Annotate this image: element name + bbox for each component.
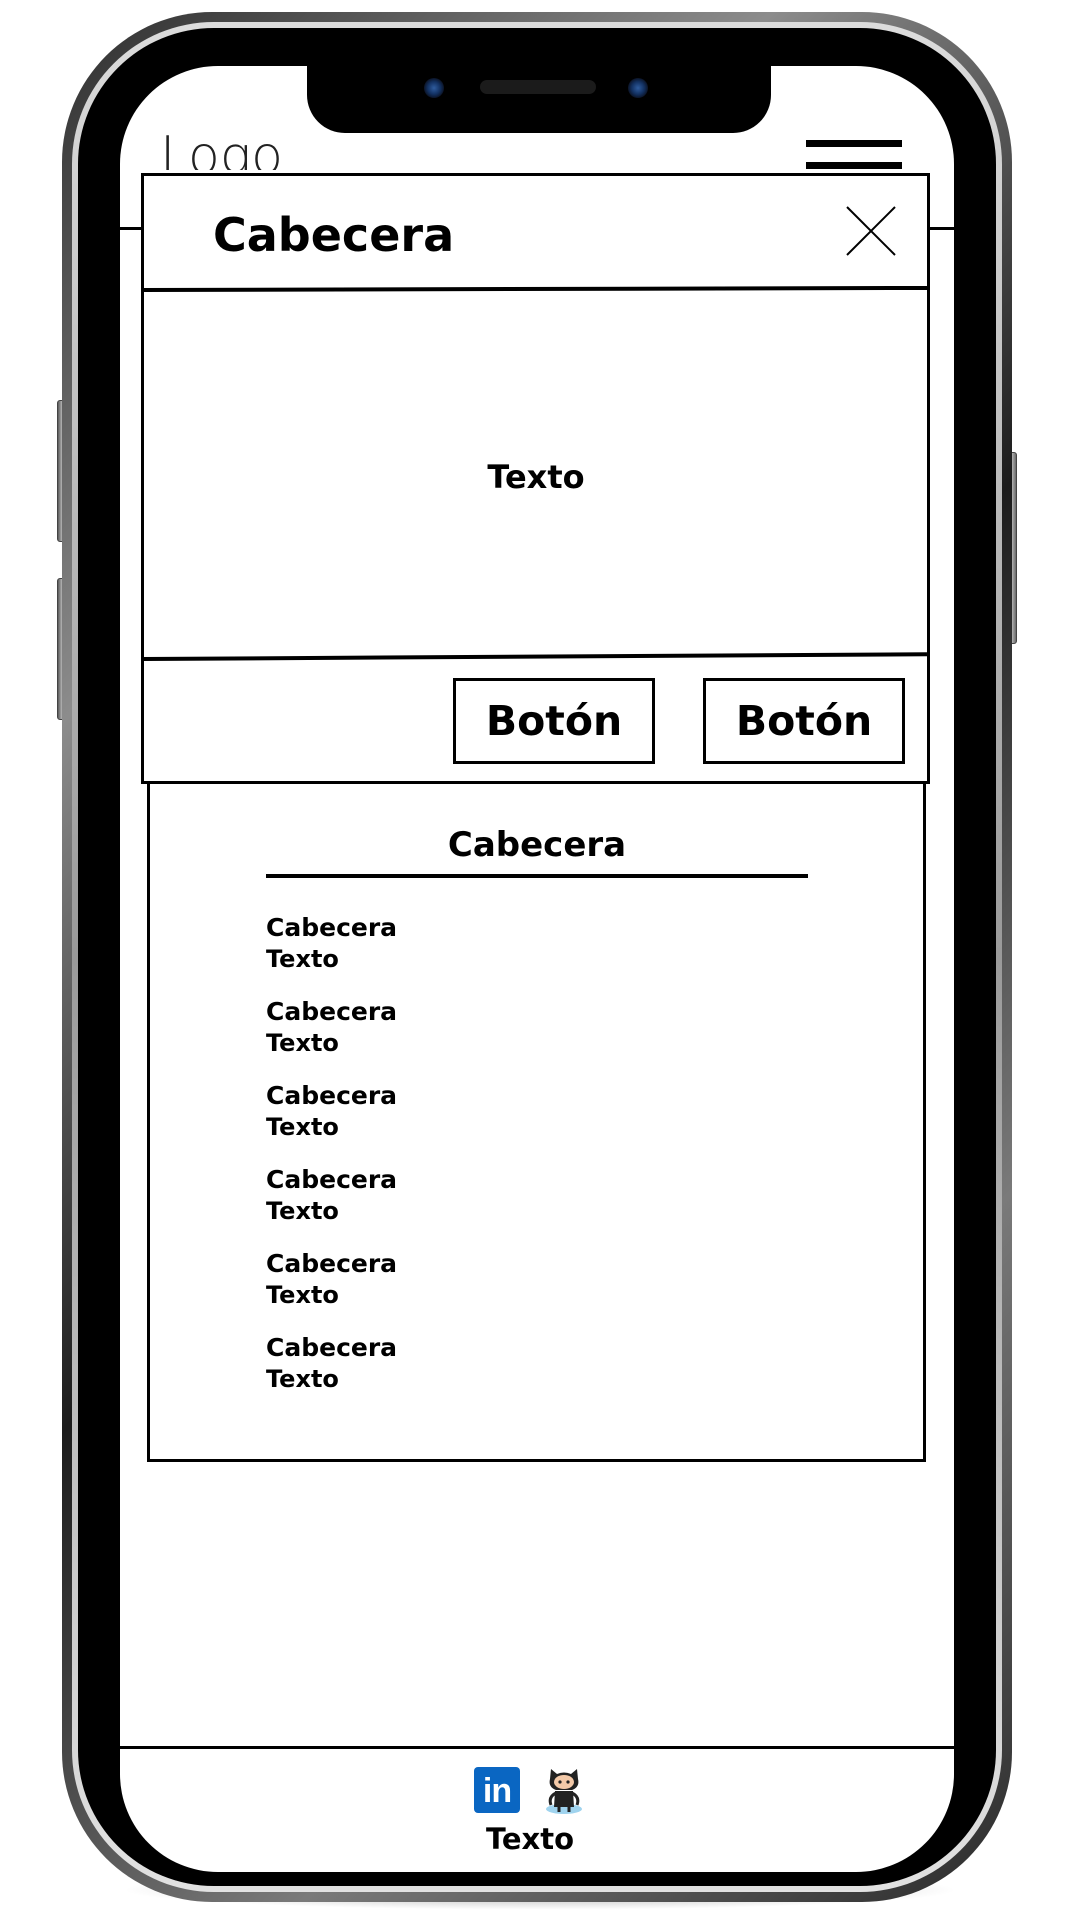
list-item-heading: Cabecera [266, 1081, 398, 1110]
linkedin-icon[interactable]: in [474, 1767, 520, 1813]
list-item-heading: Cabecera [266, 913, 398, 942]
list-item-text: Texto [266, 1281, 339, 1309]
github-icon[interactable] [542, 1765, 586, 1815]
close-icon[interactable] [845, 205, 897, 257]
list-item: Cabecera Texto [266, 1332, 397, 1416]
list-item-text: Texto [266, 1029, 339, 1057]
phone-notch [307, 55, 771, 133]
list-item: Cabecera Texto [266, 1164, 397, 1248]
footer-text: Texto [485, 1822, 575, 1856]
list-item: Cabecera Texto [266, 1080, 397, 1164]
footer-divider [120, 1746, 954, 1749]
list-item-heading: Cabecera [266, 1165, 398, 1194]
content-title-divider [266, 874, 808, 878]
list-item-text: Texto [266, 1365, 339, 1393]
phone-mockup: Logo Cabecera Cabecera Texto Cabecera Te… [0, 0, 1080, 1920]
camera-icon [424, 78, 444, 98]
menu-bar [806, 162, 902, 169]
list-item-heading: Cabecera [266, 997, 398, 1026]
list-item-heading: Cabecera [266, 1249, 398, 1278]
list-item: Cabecera Texto [266, 996, 397, 1080]
menu-bar [806, 140, 902, 147]
modal-button-primary[interactable]: Botón [453, 678, 655, 764]
list-item: Cabecera Texto [266, 1248, 397, 1332]
modal-button-secondary[interactable]: Botón [703, 678, 905, 764]
list-item: Cabecera Texto [266, 912, 397, 996]
list-item-text: Texto [266, 1113, 339, 1141]
list-item-text: Texto [266, 945, 339, 973]
modal-body-text: Texto [487, 458, 585, 496]
content-list: Cabecera Texto Cabecera Texto Cabecera T… [266, 912, 397, 1416]
speaker-grille [480, 80, 596, 94]
content-title: Cabecera [447, 825, 627, 865]
logo[interactable]: Logo [160, 130, 283, 170]
modal-title: Cabecera [213, 208, 455, 262]
sensor-icon [628, 78, 648, 98]
list-item-heading: Cabecera [266, 1333, 398, 1362]
list-item-text: Texto [266, 1197, 339, 1225]
